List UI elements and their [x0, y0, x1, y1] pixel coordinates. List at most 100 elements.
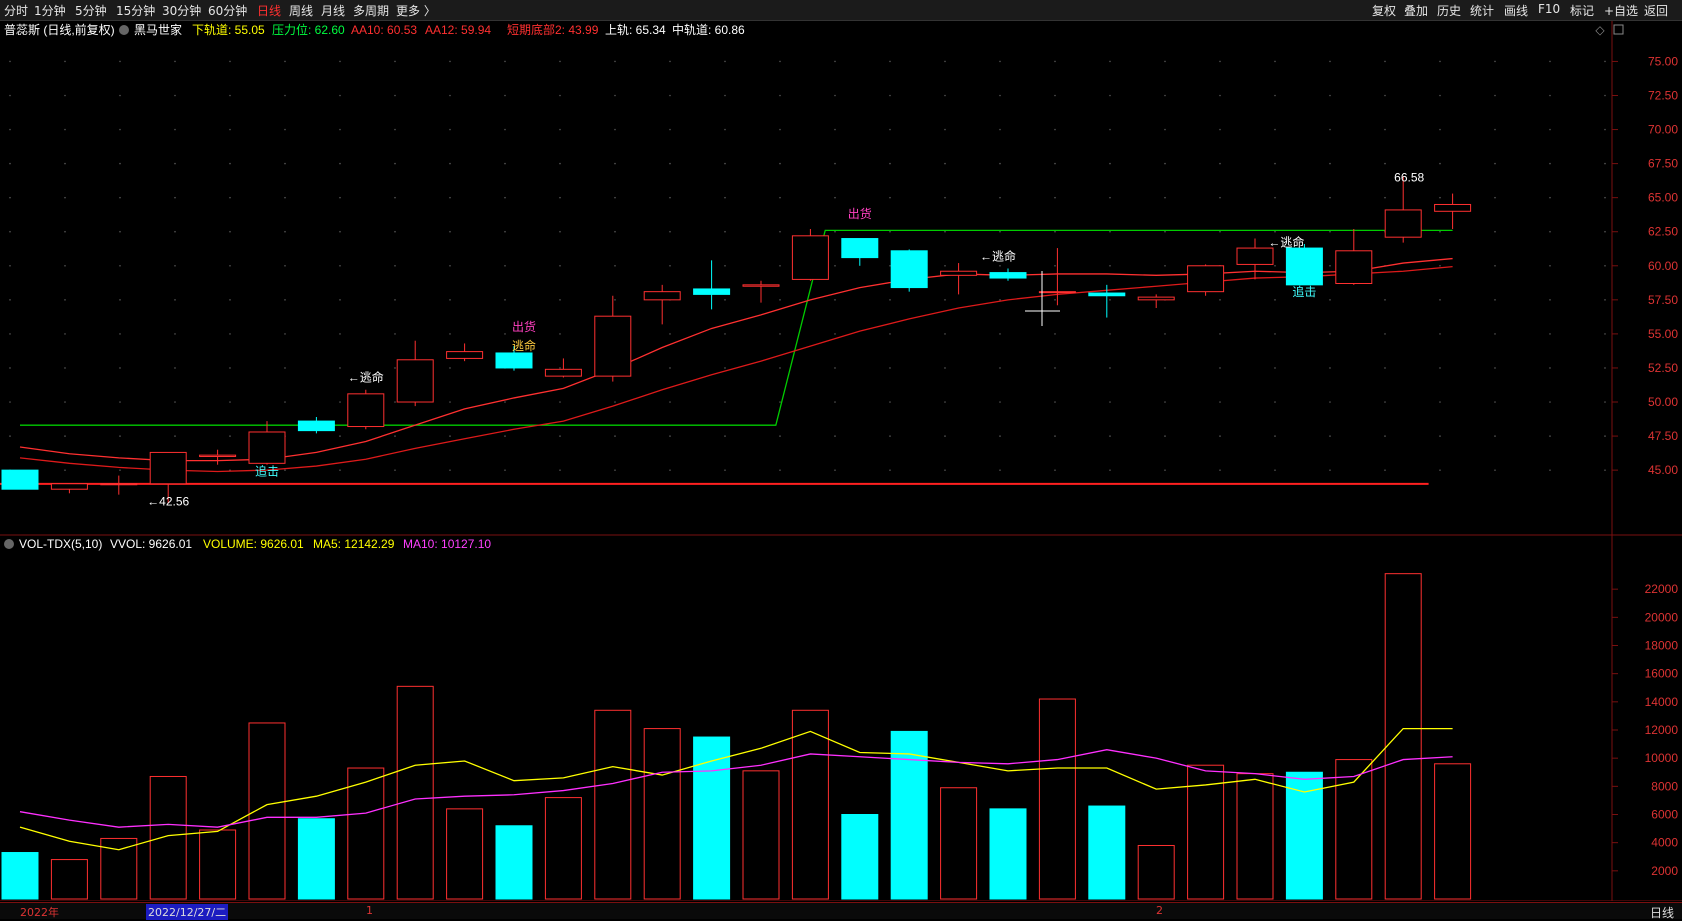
volume-bar	[1236, 773, 1274, 900]
grid-dot	[1164, 367, 1166, 369]
grid-dot	[1054, 333, 1056, 335]
grid-dot	[834, 435, 836, 437]
grid-dot	[614, 60, 616, 63]
adjust-button[interactable]: 复权	[1372, 2, 1396, 19]
draw-button[interactable]: 画线	[1504, 2, 1528, 19]
volume-bar	[1384, 573, 1422, 900]
diamond-icon[interactable]: ◇	[1595, 23, 1605, 37]
grid-dot	[284, 60, 286, 63]
price-tick-label: 72.50	[1648, 88, 1678, 102]
candle-body	[1335, 250, 1373, 284]
grid-dot	[394, 94, 396, 97]
grid-dot	[999, 469, 1001, 471]
candle-body	[1236, 247, 1274, 265]
history-button[interactable]: 历史	[1437, 2, 1461, 19]
candle-body	[643, 291, 681, 301]
candle-body	[791, 235, 829, 280]
candle-body	[890, 250, 928, 289]
grid-dot	[339, 60, 341, 63]
tab-more[interactable]: 更多 〉	[396, 2, 436, 19]
volume-indicator-name[interactable]: VOL-TDX(5,10)	[19, 537, 102, 551]
candle-body	[1187, 265, 1225, 293]
mark-button[interactable]: 标记	[1570, 2, 1594, 19]
tab-15min[interactable]: 15分钟	[116, 2, 155, 19]
tab-5min[interactable]: 5分钟	[75, 2, 107, 19]
grid-dot	[889, 299, 891, 301]
indicator-toggle-icon[interactable]	[119, 25, 129, 35]
grid-dot	[1054, 469, 1056, 471]
grid-dot	[449, 367, 451, 369]
grid-dot	[9, 60, 11, 63]
volume-toggle-icon[interactable]	[4, 539, 14, 549]
grid-dot	[9, 401, 11, 403]
grid-dot	[779, 60, 781, 63]
volume-header: VOL-TDX(5,10) VVOL: 9626.01 VOLUME: 9626…	[4, 537, 491, 551]
grid-dot	[119, 60, 121, 63]
grid-dot	[1054, 128, 1056, 131]
grid-dot	[724, 128, 726, 131]
grid-dot	[889, 60, 891, 63]
price-tick-label: 60.00	[1648, 259, 1678, 273]
grid-dot	[1329, 299, 1331, 301]
volume-bar	[940, 787, 978, 900]
grid-dot	[889, 469, 891, 471]
grid-dot	[64, 435, 66, 437]
signal-annotation: 追击	[255, 464, 279, 479]
grid-dot	[504, 230, 506, 233]
grid-dot	[174, 333, 176, 335]
f10-button[interactable]: F10	[1538, 2, 1560, 16]
candle-body	[199, 454, 237, 458]
tab-1min[interactable]: 1分钟	[34, 2, 66, 19]
grid-dot	[834, 299, 836, 301]
tab-60min[interactable]: 60分钟	[208, 2, 247, 19]
stock-title: 普蕊斯 (日线,前复权)	[4, 22, 115, 37]
tab-weekly[interactable]: 周线	[289, 2, 313, 19]
overlay-button[interactable]: 叠加	[1404, 2, 1428, 19]
grid-dot	[999, 401, 1001, 403]
grid-dot	[1439, 230, 1441, 233]
grid-dot	[944, 230, 946, 233]
grid-dot	[1329, 401, 1331, 403]
grid-dot	[1109, 401, 1111, 403]
grid-dot	[504, 435, 506, 437]
grid-dot	[1219, 128, 1221, 131]
grid-dot	[394, 367, 396, 369]
grid-dot	[1384, 333, 1386, 335]
vvol-value: VVOL: 9626.01	[110, 537, 192, 551]
tab-daily[interactable]: 日线	[257, 2, 281, 19]
grid-dot	[834, 367, 836, 369]
grid-dot	[1494, 469, 1496, 471]
signal-annotation: 追击	[1292, 284, 1316, 299]
tab-intraday[interactable]: 分时	[4, 2, 28, 19]
grid-dot	[9, 299, 11, 301]
grid-dot	[1054, 299, 1056, 301]
grid-dot	[889, 401, 891, 403]
grid-dot	[229, 264, 231, 267]
grid-dot	[9, 230, 11, 233]
grid-dot	[614, 401, 616, 403]
grid-dot	[394, 299, 396, 301]
grid-dot	[834, 128, 836, 131]
back-button[interactable]: 返回	[1644, 2, 1668, 19]
grid-dot	[339, 128, 341, 131]
indicator-name[interactable]: 黑马世家	[134, 22, 182, 37]
volume-bar	[495, 825, 533, 900]
volume-bar	[297, 818, 335, 900]
add-watchlist-button[interactable]: +自选	[1604, 2, 1638, 19]
grid-dot	[64, 230, 66, 233]
grid-dot	[449, 60, 451, 63]
month-label-2: 2	[1156, 904, 1163, 917]
tab-monthly[interactable]: 月线	[321, 2, 345, 19]
aa10-value: AA10: 60.53	[351, 23, 417, 37]
grid-dot	[1384, 367, 1386, 369]
grid-dot	[1494, 128, 1496, 131]
tab-multi-period[interactable]: 多周期	[353, 2, 389, 19]
grid-dot	[1549, 264, 1551, 267]
grid-dot	[1384, 299, 1386, 301]
kline-chart: 75.00 72.50 70.00 67.50 65.00 62.50 60.00 57.50…	[0, 21, 1682, 901]
grid-dot	[119, 230, 121, 233]
price-tick-label: 67.50	[1648, 157, 1678, 171]
grid-dot	[449, 264, 451, 267]
tab-30min[interactable]: 30分钟	[162, 2, 201, 19]
stats-button[interactable]: 统计	[1470, 2, 1494, 19]
